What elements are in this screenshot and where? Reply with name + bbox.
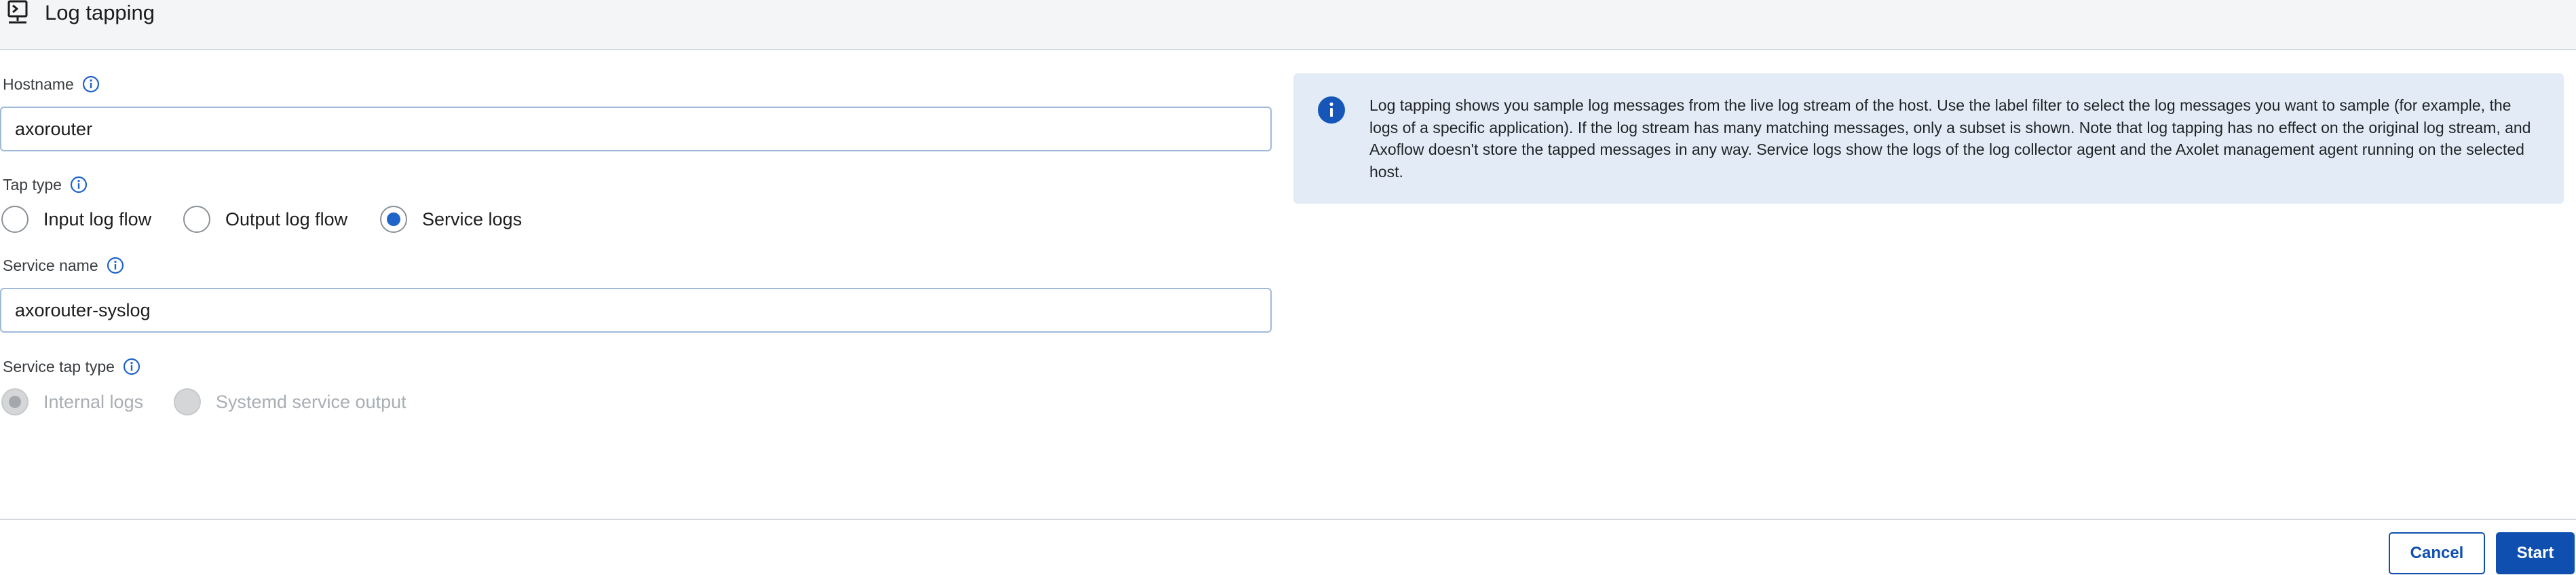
dialog-header: Log tapping [0, 0, 2576, 50]
info-filled-icon [1318, 96, 1345, 124]
info-outline-icon[interactable] [70, 176, 88, 193]
tap-type-label: Tap type [3, 176, 62, 193]
tap-type-label-row: Tap type [3, 175, 88, 194]
radio-label: Internal logs [43, 392, 144, 412]
cancel-button[interactable]: Cancel [2389, 532, 2485, 574]
hostname-label: Hostname [3, 75, 74, 93]
radio-input-log-flow[interactable]: Input log flow [1, 206, 151, 233]
radio-button-disabled [174, 388, 201, 415]
dialog-title: Log tapping [45, 1, 155, 24]
info-outline-icon[interactable] [82, 75, 100, 93]
radio-label: Service logs [422, 209, 523, 229]
radio-button[interactable] [183, 206, 210, 233]
info-outline-icon[interactable] [107, 257, 124, 274]
info-outline-icon[interactable] [123, 358, 140, 375]
radio-internal-logs: Internal logs [1, 388, 143, 415]
service-name-label: Service name [3, 257, 98, 274]
service-tap-type-label-row: Service tap type [3, 357, 140, 376]
radio-label: Systemd service output [216, 392, 406, 412]
info-panel: Log tapping shows you sample log message… [1293, 73, 2564, 204]
radio-button-selected-disabled [1, 388, 29, 415]
service-tap-type-label: Service tap type [3, 358, 115, 375]
terminal-host-icon [7, 0, 28, 24]
start-button[interactable]: Start [2496, 532, 2575, 574]
radio-systemd-service-output: Systemd service output [174, 388, 406, 415]
service-name-label-row: Service name [3, 256, 124, 275]
radio-button-selected[interactable] [380, 206, 407, 233]
radio-button[interactable] [1, 206, 29, 233]
hostname-label-row: Hostname [3, 75, 100, 94]
info-panel-text: Log tapping shows you sample log message… [1369, 96, 2531, 181]
radio-service-logs[interactable]: Service logs [380, 206, 522, 233]
log-tapping-dialog: Log tapping Hostname Tap type Input log … [0, 0, 2576, 575]
radio-output-log-flow[interactable]: Output log flow [183, 206, 347, 233]
hostname-input[interactable] [0, 107, 1272, 151]
radio-label: Output log flow [225, 209, 348, 229]
service-name-input[interactable] [0, 288, 1272, 333]
radio-label: Input log flow [43, 209, 152, 229]
footer-divider [0, 519, 2576, 520]
